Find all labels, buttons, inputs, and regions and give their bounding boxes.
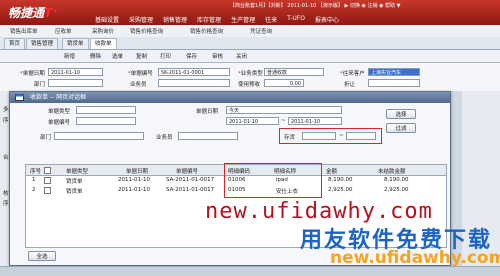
date-sep: ~ — [281, 118, 286, 124]
close-button[interactable]: 关闭 — [236, 52, 247, 60]
user-info[interactable]: 【商业账套1月】【刘新】 2011-01-10 【演示版】 ▶ 切换 ◉ 注销 … — [230, 2, 400, 9]
date-preset-select[interactable]: 今天 — [226, 106, 342, 114]
new-button[interactable]: 新增 — [64, 52, 75, 60]
biz-type-label: *业务类型 — [238, 71, 263, 77]
col-amount: 金额 — [326, 169, 338, 175]
inventory-label: 存货 — [284, 135, 296, 141]
main-menu: 基础设置 采购管理 销售管理 库存管理 生产管理 往来 T-UFO 报表中心 — [95, 15, 339, 24]
row-amount: 8,190.00 — [328, 177, 353, 183]
doc-type-select[interactable] — [76, 106, 136, 114]
date-from-field[interactable]: 2011-01-10 — [226, 117, 279, 125]
row-outstanding: 8,190.00 — [384, 177, 409, 183]
col-doc-type: 单据类型 — [66, 169, 89, 175]
save-button[interactable]: 保存 — [186, 52, 197, 60]
approve-button[interactable]: 审核 — [212, 52, 223, 60]
row-seq: 1 — [32, 177, 36, 183]
dialog-doc-no-label: 单据编号 — [48, 120, 71, 126]
quick-link[interactable]: 应收单 — [55, 27, 72, 35]
discount-field[interactable] — [368, 79, 420, 87]
dialog-title-bar: 收款单 -- 网页对话框 — [10, 92, 450, 103]
item-columns-highlight — [224, 163, 322, 198]
delete-button[interactable]: 删除 — [90, 52, 101, 60]
dialog-salesman-field[interactable] — [178, 132, 238, 140]
row-checkbox[interactable] — [44, 177, 51, 184]
app-logo: 畅捷通T⁺ — [8, 6, 59, 20]
row-outstanding: 2,925.00 — [384, 187, 409, 193]
row-seq: 2 — [32, 187, 36, 193]
menu-production[interactable]: 生产管理 — [231, 15, 255, 24]
biz-type-select[interactable]: 普通收款 — [264, 68, 324, 76]
prepay-label: 使用预收 — [238, 82, 261, 88]
select-all-button[interactable]: 全选 — [28, 251, 56, 261]
row-doc-date: 2011-01-10 — [118, 187, 150, 193]
menu-reports[interactable]: 报表中心 — [315, 15, 339, 24]
menu-inventory[interactable]: 库存管理 — [197, 15, 221, 24]
menu-purchase[interactable]: 采购管理 — [129, 15, 153, 24]
prepay-field[interactable]: 0.00 — [264, 79, 304, 87]
dept-field[interactable] — [48, 79, 103, 87]
inventory-from-field[interactable] — [302, 132, 336, 140]
doc-date-field[interactable]: 2011-01-10 — [48, 68, 103, 76]
salesman-label: 业务员 — [130, 82, 147, 88]
watermark-url: new.ufidawhy.com — [205, 199, 433, 224]
menu-sales[interactable]: 销售管理 — [163, 15, 187, 24]
watermark-url-2: new.ufidawhy.com — [330, 248, 500, 268]
menu-t-ufo[interactable]: T-UFO — [287, 15, 305, 24]
row-doc-no[interactable]: SA-2011-01-0017 — [166, 177, 214, 183]
menu-accounts[interactable]: 往来 — [265, 15, 277, 24]
quick-link[interactable]: 凭证查询 — [250, 27, 272, 35]
dialog-doc-no-field[interactable] — [76, 117, 136, 125]
inventory-to-field[interactable] — [346, 132, 376, 140]
copy-button[interactable]: 复制 — [136, 52, 147, 60]
discount-label: 折让 — [344, 82, 356, 88]
col-seq: 序号 — [30, 169, 42, 175]
tab-sales-mgmt[interactable]: 销售管理 — [26, 38, 59, 49]
quick-link[interactable]: 销售出库单 — [10, 27, 38, 35]
menu-basic-settings[interactable]: 基础设置 — [95, 15, 119, 24]
row-doc-type: 销货单 — [66, 179, 83, 185]
col-doc-date: 单据日期 — [126, 169, 149, 175]
window-icon — [15, 94, 24, 101]
select-all-checkbox[interactable] — [44, 167, 51, 174]
inventory-sep: ~ — [339, 133, 344, 139]
dept-label: 部门 — [34, 82, 46, 88]
dialog-title: 收款单 -- 网页对话框 — [30, 94, 87, 101]
doc-no-field[interactable]: SK-2011-01-0001 — [158, 68, 230, 76]
toolbar: 新增 删除 选单 复制 打印 保存 审核 关闭 — [0, 50, 500, 63]
row-checkbox[interactable] — [44, 187, 51, 194]
tab-receipt[interactable]: 收款单 — [90, 38, 117, 49]
row-doc-date: 2011-01-10 — [118, 177, 150, 183]
row-amount: 2,925.00 — [328, 187, 353, 193]
quick-link[interactable]: 采购询价 — [92, 27, 114, 35]
customer-field[interactable]: 上海实业汽车 — [368, 68, 420, 76]
quick-link[interactable]: 销售价格查询 — [130, 27, 163, 35]
receipt-header-form: *单据日期 2011-01-10 *单据编号 SK-2011-01-0001 *… — [0, 63, 500, 91]
tab-sales-doc[interactable]: 销货单 — [62, 38, 89, 49]
select-doc-button[interactable]: 选单 — [112, 52, 123, 60]
dialog-dept-label: 部门 — [40, 135, 52, 141]
print-button[interactable]: 打印 — [160, 52, 171, 60]
col-doc-no: 单据编号 — [176, 169, 199, 175]
row-doc-no[interactable]: SA-2011-01-0017 — [166, 187, 214, 193]
dialog-date-label: 单据日期 — [196, 109, 219, 115]
top-header: 畅捷通T⁺ 【商业账套1月】【刘新】 2011-01-10 【演示版】 ▶ 切换… — [0, 0, 500, 25]
tab-home[interactable]: 首页 — [4, 38, 26, 49]
customer-label: *往来客户 — [340, 71, 365, 77]
doc-date-label: *单据日期 — [20, 71, 45, 77]
filter-button[interactable]: 过滤 — [386, 123, 416, 133]
row-doc-type: 销货单 — [66, 189, 83, 195]
quick-link[interactable]: 销售价格查询 — [190, 27, 223, 35]
dialog-dept-field[interactable] — [54, 132, 144, 140]
dialog-salesman-label: 业务员 — [156, 135, 173, 141]
date-to-field[interactable]: 2011-01-10 — [288, 117, 342, 125]
doc-no-label: *单据编号 — [128, 71, 153, 77]
col-outstanding: 未结款金额 — [378, 169, 406, 175]
tab-bar: 首页 销售管理 销货单 收款单 — [0, 37, 500, 50]
salesman-field[interactable] — [158, 79, 230, 87]
doc-type-label: 单据类型 — [48, 109, 71, 115]
select-button[interactable]: 选择 — [386, 109, 416, 119]
